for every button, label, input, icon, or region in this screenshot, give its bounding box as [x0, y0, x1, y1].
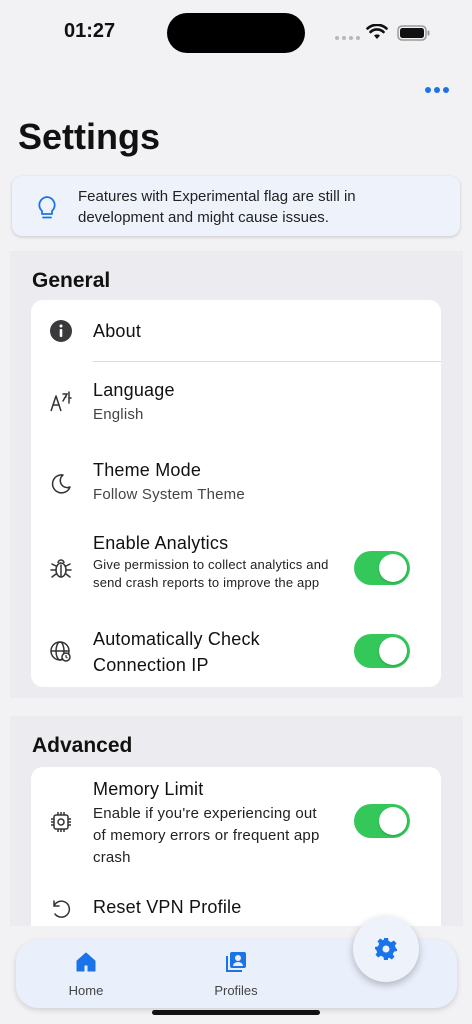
dynamic-island: [167, 13, 305, 53]
language-value: English: [93, 406, 144, 423]
nav-profiles-label: Profiles: [214, 983, 258, 998]
battery-icon: [397, 25, 430, 41]
experimental-info-banner: Features with Experimental flag are stil…: [12, 176, 460, 236]
language-label: Language: [93, 380, 175, 400]
memory-limit-description: Enable if you're experiencing out of mem…: [93, 805, 320, 866]
theme-mode-value: Follow System Theme: [93, 486, 245, 503]
theme-mode-label: Theme Mode: [93, 460, 202, 480]
auto-check-ip-row[interactable]: Automatically Check Connection IP: [31, 616, 441, 687]
language-row[interactable]: Language English: [31, 362, 441, 444]
enable-analytics-description: Give permission to collect analytics and…: [93, 557, 329, 590]
status-time: 01:27: [64, 20, 116, 42]
gear-icon: [375, 938, 397, 960]
about-row[interactable]: About: [31, 300, 441, 362]
home-icon: [76, 952, 96, 972]
enable-analytics-label: Enable Analytics: [93, 533, 229, 553]
status-bar: 01:27: [0, 0, 472, 64]
globe-icon: [50, 641, 71, 662]
advanced-card: Memory Limit Enable if you're experienci…: [31, 767, 441, 926]
general-section: General About Language English Theme Mod…: [10, 251, 463, 698]
info-icon: [50, 320, 72, 342]
nav-home-label: Home: [68, 983, 104, 998]
auto-check-ip-label: Automatically Check Connection IP: [93, 629, 260, 675]
lightbulb-icon: [38, 196, 56, 219]
page-title: Settings: [18, 116, 161, 157]
bug-icon: [50, 559, 72, 578]
general-section-title: General: [32, 269, 111, 292]
language-icon: [50, 391, 72, 412]
moon-icon: [51, 474, 71, 494]
memory-limit-label: Memory Limit: [93, 779, 204, 799]
memory-limit-row[interactable]: Memory Limit Enable if you're experienci…: [31, 767, 441, 877]
enable-analytics-row[interactable]: Enable Analytics Give permission to coll…: [31, 524, 441, 616]
nav-home[interactable]: Home: [46, 948, 126, 998]
about-label: About: [93, 321, 142, 341]
wifi-icon: [366, 24, 388, 39]
more-options-button[interactable]: [422, 82, 452, 98]
theme-mode-row[interactable]: Theme Mode Follow System Theme: [31, 444, 441, 524]
banner-text: Features with Experimental flag are stil…: [78, 188, 356, 226]
cellular-signal-icon: [335, 36, 360, 40]
reset-icon: [53, 900, 71, 918]
settings-fab[interactable]: [353, 916, 419, 982]
profiles-icon: [226, 952, 246, 972]
memory-limit-toggle[interactable]: [354, 804, 410, 838]
enable-analytics-toggle[interactable]: [354, 551, 410, 585]
advanced-section-title: Advanced: [32, 734, 133, 757]
home-indicator: [152, 1010, 320, 1015]
reset-vpn-profile-label: Reset VPN Profile: [93, 897, 242, 917]
advanced-section: Advanced Memory Limit Enable if you're e…: [10, 716, 463, 926]
nav-profiles[interactable]: Profiles: [196, 948, 276, 998]
auto-check-ip-toggle[interactable]: [354, 634, 410, 668]
more-dots-icon: [425, 87, 431, 93]
general-card: About Language English Theme Mode Follow…: [31, 300, 441, 687]
chip-icon: [51, 812, 71, 832]
